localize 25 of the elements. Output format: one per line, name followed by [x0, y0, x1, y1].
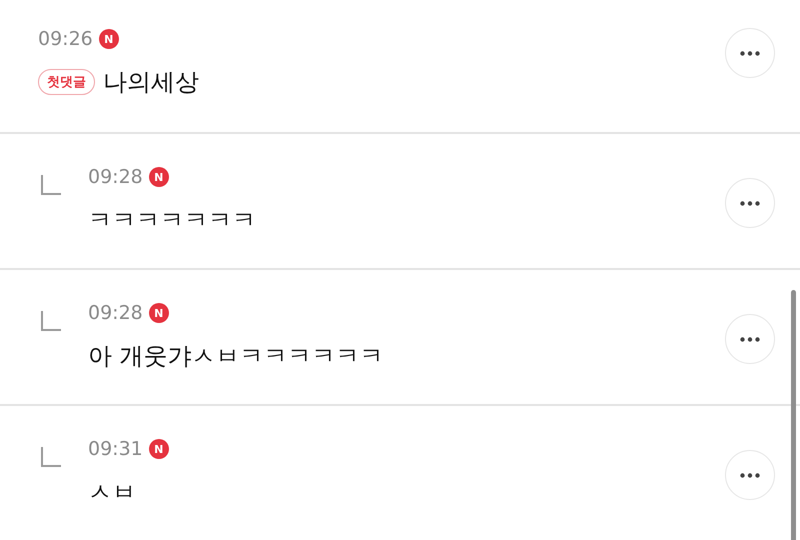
- comment-time: 09:26: [38, 28, 93, 50]
- comment-text: 나의세상: [103, 67, 199, 98]
- reply-indent-icon: [40, 174, 62, 196]
- more-icon: [740, 336, 760, 342]
- new-badge: N: [148, 303, 169, 323]
- scrollbar[interactable]: [791, 290, 796, 540]
- more-icon: [740, 50, 760, 56]
- more-icon: [740, 472, 760, 478]
- more-button[interactable]: [725, 178, 775, 228]
- new-badge: N: [98, 29, 119, 49]
- more-button[interactable]: [725, 28, 775, 78]
- more-icon: [740, 200, 760, 206]
- more-button[interactable]: [725, 314, 775, 364]
- comment-time: 09:28: [88, 302, 143, 324]
- comment-text: ㅋㅋㅋㅋㅋㅋㅋ: [88, 205, 256, 236]
- new-badge: N: [148, 167, 169, 187]
- comment-text: 아 개웃갸ㅅㅂㅋㅋㅋㅋㅋㅋ: [88, 341, 384, 372]
- more-button[interactable]: [725, 450, 775, 500]
- first-comment-badge: 첫댓글: [38, 69, 95, 95]
- comment-time: 09:28: [88, 166, 143, 188]
- comment-text: ㅅㅂ: [88, 477, 136, 508]
- reply-indent-icon: [40, 446, 62, 468]
- comment-time: 09:31: [88, 438, 143, 460]
- reply-indent-icon: [40, 310, 62, 332]
- new-badge: N: [148, 439, 169, 459]
